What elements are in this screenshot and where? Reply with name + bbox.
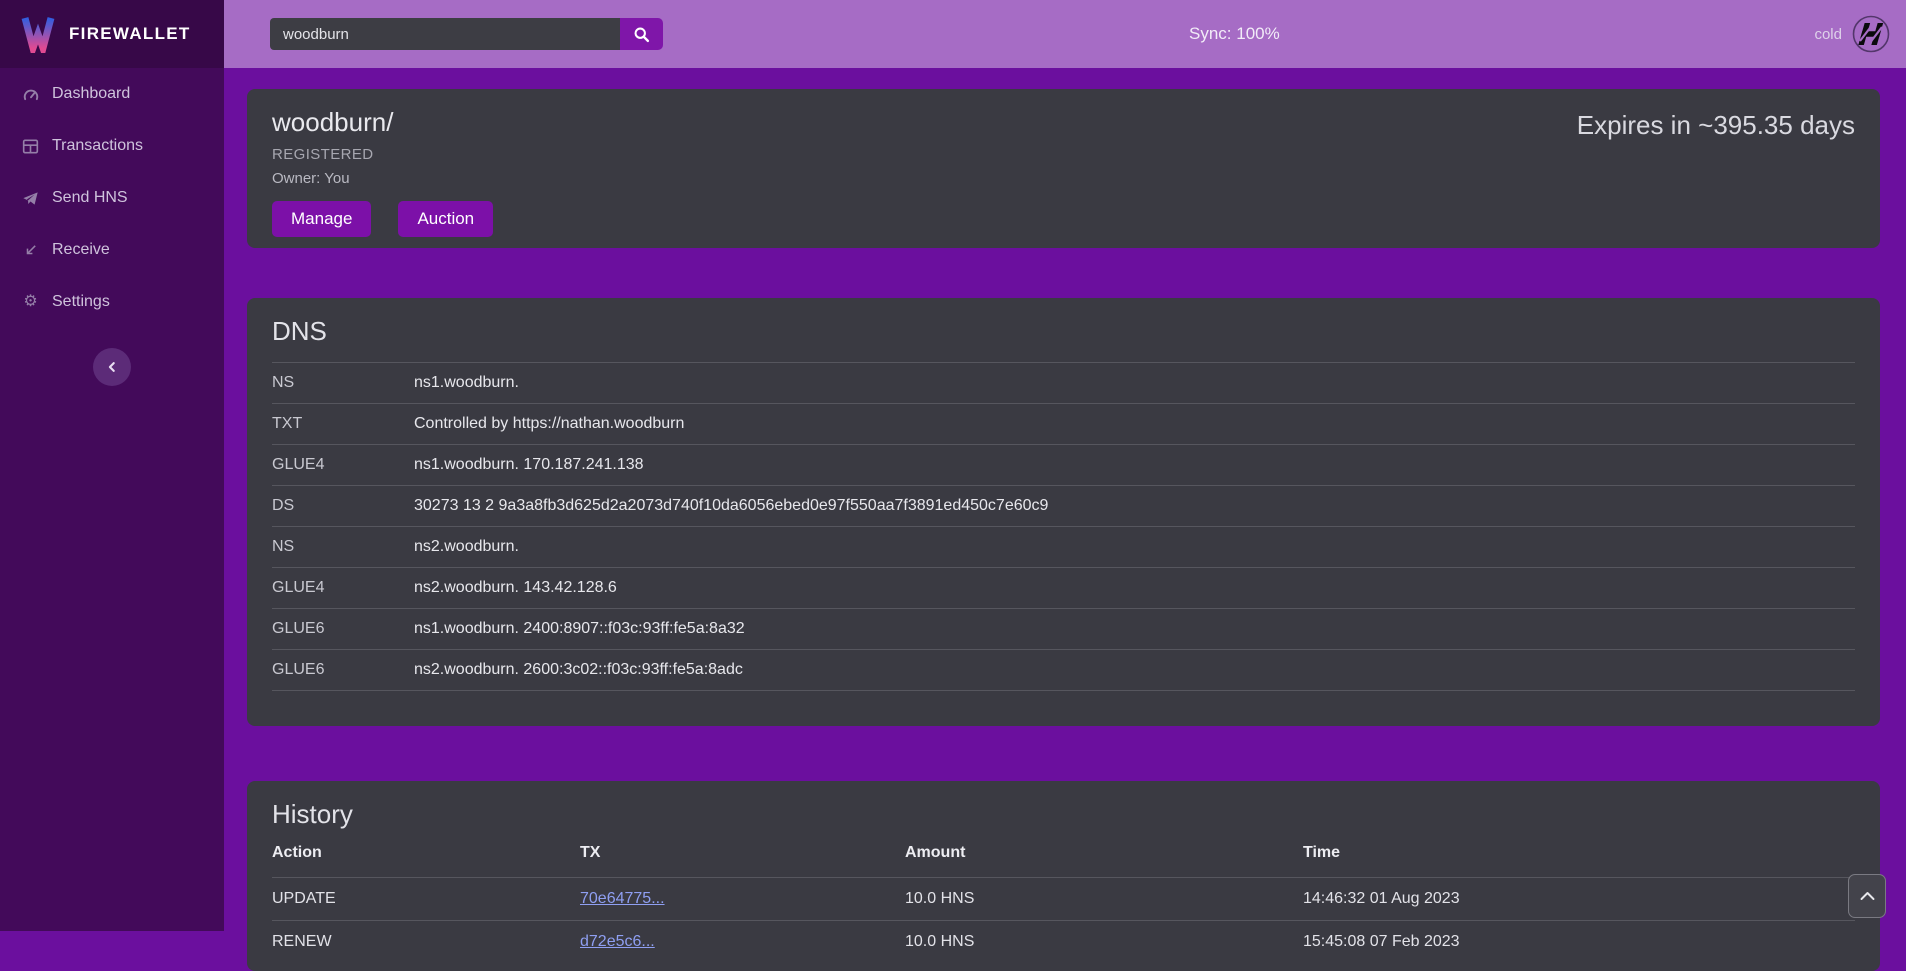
dns-record-row: DS 30273 13 2 9a3a8fb3d625d2a2073d740f10… [272,486,1855,527]
dns-record-row: TXT Controlled by https://nathan.woodbur… [272,404,1855,445]
dns-record-type: NS [272,363,414,404]
search-icon [633,26,650,43]
history-col-amount: Amount [905,836,1303,878]
brand-name: FIREWALLET [69,24,191,44]
wallet-area: cold [1814,15,1890,53]
dns-record-type: GLUE6 [272,609,414,650]
dns-record-value: ns2.woodburn. 143.42.128.6 [414,568,1855,609]
expires-label: Expires in ~395.35 days [1577,110,1855,141]
history-heading: History [272,799,1855,830]
dns-record-row: GLUE4 ns2.woodburn. 143.42.128.6 [272,568,1855,609]
dns-record-value: ns2.woodburn. 2600:3c02::f03c:93ff:fe5a:… [414,650,1855,691]
dns-record-value: ns1.woodburn. [414,363,1855,404]
chevron-left-icon [105,360,119,374]
auction-button[interactable]: Auction [398,201,493,237]
dns-record-value: ns1.woodburn. 170.187.241.138 [414,445,1855,486]
history-col-tx: TX [580,836,905,878]
paper-plane-icon [21,191,40,206]
history-card: History Action TX Amount Time UPDATE 70e… [247,781,1880,971]
history-amount: 10.0 HNS [905,878,1303,921]
gear-icon: ⚙ [21,294,40,310]
gauge-icon [21,86,40,102]
sidebar-item-send-hns[interactable]: Send HNS [0,172,224,224]
dns-record-type: TXT [272,404,414,445]
dns-table: NS ns1.woodburn. TXT Controlled by https… [272,362,1855,691]
dns-record-type: GLUE6 [272,650,414,691]
sidebar-nav: Dashboard Transactions Send HNS Receive … [0,68,224,328]
dns-record-row: GLUE6 ns2.woodburn. 2600:3c02::f03c:93ff… [272,650,1855,691]
domain-actions: Manage Auction [272,201,1855,237]
brand-header[interactable]: FIREWALLET [0,0,224,68]
sidebar-item-label: Dashboard [52,85,130,103]
dns-record-value: 30273 13 2 9a3a8fb3d625d2a2073d740f10da6… [414,486,1855,527]
history-col-action: Action [272,836,580,878]
topbar: Sync: 100% cold [224,0,1906,68]
sidebar-collapse-button[interactable] [93,348,131,386]
domain-owner: Owner: You [272,170,1855,187]
dns-record-type: GLUE4 [272,568,414,609]
table-icon [21,139,40,154]
search-button[interactable] [620,18,663,50]
dns-record-type: NS [272,527,414,568]
dns-record-value: Controlled by https://nathan.woodburn [414,404,1855,445]
history-col-time: Time [1303,836,1855,878]
sidebar-item-label: Send HNS [52,189,128,207]
dns-card: DNS NS ns1.woodburn. TXT Controlled by h… [247,298,1880,726]
dns-record-value: ns1.woodburn. 2400:8907::f03c:93ff:fe5a:… [414,609,1855,650]
sync-status: Sync: 100% [1189,24,1280,44]
dns-heading: DNS [272,316,1855,347]
domain-card: woodburn/ REGISTERED Owner: You Manage A… [247,89,1880,248]
sidebar-item-transactions[interactable]: Transactions [0,120,224,172]
history-amount: 10.0 HNS [905,921,1303,964]
dns-record-type: GLUE4 [272,445,414,486]
dns-record-row: GLUE6 ns1.woodburn. 2400:8907::f03c:93ff… [272,609,1855,650]
sidebar-item-label: Receive [52,241,110,259]
search-input[interactable] [270,18,620,50]
history-table: Action TX Amount Time UPDATE 70e64775...… [272,836,1855,963]
wallet-name: cold [1814,26,1842,43]
search-bar [270,18,663,50]
dns-record-value: ns2.woodburn. [414,527,1855,568]
sidebar-item-label: Transactions [52,137,143,155]
history-action: RENEW [272,921,580,964]
handshake-logo-icon[interactable] [1852,15,1890,53]
dns-record-row: GLUE4 ns1.woodburn. 170.187.241.138 [272,445,1855,486]
chevron-up-icon [1860,891,1875,901]
sidebar-item-dashboard[interactable]: Dashboard [0,68,224,120]
sidebar: FIREWALLET Dashboard Transactions Send H… [0,0,224,931]
dns-record-row: NS ns2.woodburn. [272,527,1855,568]
sidebar-item-settings[interactable]: ⚙ Settings [0,276,224,328]
history-header-row: Action TX Amount Time [272,836,1855,878]
history-row: UPDATE 70e64775... 10.0 HNS 14:46:32 01 … [272,878,1855,921]
history-action: UPDATE [272,878,580,921]
arrow-down-left-icon [21,243,40,257]
domain-status: REGISTERED [272,146,1855,163]
scroll-to-top-button[interactable] [1848,874,1886,918]
tx-link[interactable]: 70e64775... [580,890,665,907]
firewallet-logo-icon [20,15,56,53]
dns-record-type: DS [272,486,414,527]
tx-link[interactable]: d72e5c6... [580,933,655,950]
sidebar-item-label: Settings [52,293,110,311]
dns-record-row: NS ns1.woodburn. [272,363,1855,404]
sidebar-item-receive[interactable]: Receive [0,224,224,276]
history-row: RENEW d72e5c6... 10.0 HNS 15:45:08 07 Fe… [272,921,1855,964]
manage-button[interactable]: Manage [272,201,371,237]
history-time: 14:46:32 01 Aug 2023 [1303,878,1855,921]
history-time: 15:45:08 07 Feb 2023 [1303,921,1855,964]
